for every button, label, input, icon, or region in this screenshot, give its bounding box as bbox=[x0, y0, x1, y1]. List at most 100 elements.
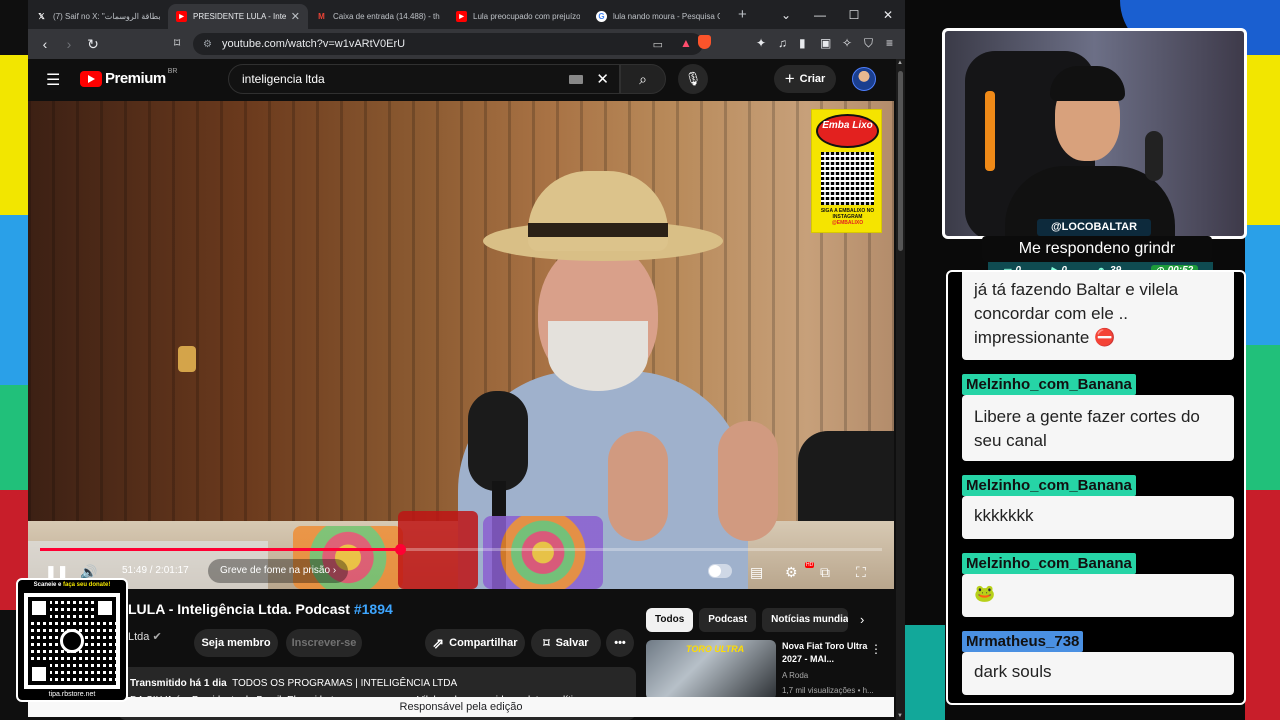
chat-message-text: 🐸 bbox=[962, 574, 1234, 617]
qr-finder bbox=[28, 663, 50, 685]
tab-title: Caixa de entrada (14.488) - theb bbox=[333, 12, 440, 21]
subtitles-icon[interactable]: ▤ bbox=[750, 564, 763, 581]
recommended-thumbnail[interactable]: TORO ULTRA bbox=[646, 640, 776, 700]
cast-icon[interactable]: ▭ bbox=[653, 38, 663, 51]
sponsor-qr-code bbox=[821, 152, 874, 205]
subscribe-button[interactable]: Inscrever-se bbox=[286, 629, 362, 657]
subscribe-label: Inscrever-se bbox=[291, 637, 357, 649]
recommended-channel[interactable]: A Roda bbox=[782, 671, 808, 680]
minimize-icon[interactable]: — bbox=[803, 8, 837, 22]
speaker-hat-band bbox=[528, 223, 668, 237]
fullscreen-icon[interactable]: ⛶ bbox=[856, 564, 866, 581]
webcam-chair-stripe bbox=[985, 91, 995, 171]
tab-x[interactable]: 𝕏 (7) Saif no X: "بطاقة الروسمات... bbox=[28, 4, 168, 29]
bookmark-save-icon: ⌑ bbox=[543, 636, 550, 650]
channel-name-text: Ltda bbox=[128, 631, 150, 643]
sidebar-icon[interactable]: ▮ bbox=[799, 36, 806, 50]
chevron-right-icon[interactable]: › bbox=[860, 612, 864, 627]
miniplayer-icon[interactable]: ⧉ bbox=[820, 564, 830, 581]
create-button[interactable]: + Criar bbox=[774, 65, 836, 93]
speaker-hand-right bbox=[718, 421, 778, 541]
recommended-video[interactable]: TORO ULTRA Nova Fiat Toro Ultra 2027 - M… bbox=[646, 640, 896, 700]
window-controls: ⌄ — ☐ ✕ bbox=[769, 0, 905, 29]
channel-name[interactable]: Ltda ✔ bbox=[128, 630, 162, 643]
join-button[interactable]: Seja membro bbox=[194, 629, 278, 657]
speaker-hand-left bbox=[608, 431, 668, 541]
tab-google[interactable]: G lula nando moura - Pesquisa Goo bbox=[588, 4, 728, 29]
youtube-header: ☰ Premium BR inteligencia ltda ✕ ⌕ 🎙 + C… bbox=[28, 59, 896, 99]
browser-window: 𝕏 (7) Saif no X: "بطاقة الروسمات... ▶ PR… bbox=[28, 0, 905, 720]
tab-youtube-active[interactable]: ▶ PRESIDENTE LULA - Inte ✕ bbox=[168, 4, 308, 29]
webcam-streamer-hair bbox=[1050, 66, 1125, 101]
share-icon: ⇗ bbox=[432, 634, 445, 651]
vpn-icon[interactable]: ⛉ bbox=[864, 36, 873, 51]
close-window-icon[interactable]: ✕ bbox=[871, 8, 905, 22]
recommended-title[interactable]: Nova Fiat Toro Ultra 2027 - MAI... bbox=[782, 640, 870, 666]
autoplay-toggle[interactable] bbox=[708, 564, 732, 578]
tab-search-icon[interactable]: ⌄ bbox=[769, 8, 803, 22]
chat-username: Melzinho_com_Banana bbox=[962, 374, 1136, 395]
logo-text: Premium bbox=[105, 70, 166, 87]
wallet-icon[interactable]: ▣ bbox=[820, 36, 831, 50]
chapter-button[interactable]: Greve de fome na prisão › bbox=[208, 559, 349, 583]
speaker-beard bbox=[548, 321, 648, 391]
chip-podcast[interactable]: Podcast bbox=[699, 608, 757, 632]
address-bar[interactable]: ⚙ youtube.com/watch?v=w1vARtV0ErU ▭ bbox=[193, 33, 711, 55]
forward-icon[interactable]: › bbox=[58, 36, 80, 52]
avatar[interactable] bbox=[852, 67, 876, 91]
rewards-icon[interactable]: ▲ bbox=[680, 36, 692, 50]
qr-finder bbox=[28, 597, 50, 619]
chat-message-text: Libere a gente fazer cortes do seu canal bbox=[962, 395, 1234, 461]
description-meta: Transmitido há 1 dia bbox=[130, 678, 227, 689]
search-button[interactable]: ⌕ bbox=[620, 64, 666, 94]
close-tab-icon[interactable]: ✕ bbox=[291, 10, 300, 23]
chapter-title: Greve de fome na prisão bbox=[220, 565, 331, 576]
new-tab-icon[interactable]: + bbox=[738, 6, 747, 23]
extensions-icon[interactable]: ✦ bbox=[756, 36, 766, 50]
more-vertical-icon[interactable]: ⋮ bbox=[870, 642, 882, 656]
chat-message-text: kkkkkkk bbox=[962, 496, 1234, 539]
sponsor-handle: @EMBALIXO bbox=[831, 220, 864, 226]
search-value: inteligencia ltda bbox=[242, 72, 325, 86]
brave-shield-icon[interactable] bbox=[698, 35, 711, 49]
clear-search-icon[interactable]: ✕ bbox=[596, 70, 609, 88]
youtube-play-icon bbox=[80, 70, 102, 87]
youtube-premium-logo[interactable]: Premium BR bbox=[80, 68, 177, 87]
voice-search-button[interactable]: 🎙 bbox=[678, 64, 708, 94]
description-programs[interactable]: TODOS OS PROGRAMAS | INTELIGÊNCIA LTDA bbox=[232, 678, 457, 689]
overlay-stripe-green bbox=[1245, 345, 1280, 490]
save-label: Salvar bbox=[555, 637, 589, 649]
hamburger-menu-icon[interactable]: ☰ bbox=[46, 70, 60, 90]
progress-bar[interactable] bbox=[40, 544, 882, 555]
bookmark-icon[interactable]: ⌑ bbox=[174, 36, 180, 50]
menu-icon[interactable]: ≡ bbox=[886, 36, 893, 50]
maximize-icon[interactable]: ☐ bbox=[837, 8, 871, 22]
search-icon: ⌕ bbox=[639, 71, 647, 87]
more-actions-button[interactable]: ••• bbox=[606, 629, 634, 657]
chip-noticias[interactable]: Notícias mundiais bbox=[762, 608, 849, 632]
share-button[interactable]: ⇗ Compartilhar bbox=[425, 629, 525, 657]
video-hashtag[interactable]: #1894 bbox=[354, 601, 393, 617]
reload-icon[interactable]: ↻ bbox=[82, 36, 104, 53]
media-icon[interactable]: ♫ bbox=[778, 36, 787, 50]
overlay-stripe-yellow bbox=[0, 55, 28, 215]
back-icon[interactable]: ‹ bbox=[34, 36, 56, 52]
video-title: LULA - Inteligência Ltda. Podcast #1894 bbox=[128, 601, 393, 617]
page-scrollbar[interactable]: ▲ ▼ bbox=[896, 59, 905, 720]
sponsor-caption: SIGA A EMBALIXO NO INSTAGRAM bbox=[820, 208, 875, 220]
scroll-down-icon[interactable]: ▼ bbox=[897, 713, 903, 719]
tab-youtube-2[interactable]: ▶ Lula preocupado com prejuízo e bbox=[448, 4, 588, 29]
tab-gmail[interactable]: M Caixa de entrada (14.488) - theb bbox=[308, 4, 448, 29]
chat-panel: já tá fazendo Baltar e vilela concordar … bbox=[946, 270, 1246, 705]
search-input[interactable]: inteligencia ltda ✕ bbox=[228, 64, 620, 94]
leo-icon[interactable]: ✧ bbox=[842, 36, 852, 50]
duration: 2:01:17 bbox=[155, 565, 189, 576]
scroll-up-icon[interactable]: ▲ bbox=[897, 60, 903, 66]
keyboard-icon[interactable] bbox=[569, 75, 583, 84]
site-info-icon[interactable]: ⚙ bbox=[203, 39, 212, 50]
save-button[interactable]: ⌑ Salvar bbox=[531, 629, 601, 657]
video-player[interactable]: Emba Lixo SIGA A EMBALIXO NO INSTAGRAM @… bbox=[28, 101, 894, 589]
chip-todos[interactable]: Todos bbox=[646, 608, 694, 632]
scrollbar-thumb[interactable] bbox=[898, 71, 903, 251]
settings-gear-icon[interactable]: ⚙ bbox=[785, 564, 798, 581]
